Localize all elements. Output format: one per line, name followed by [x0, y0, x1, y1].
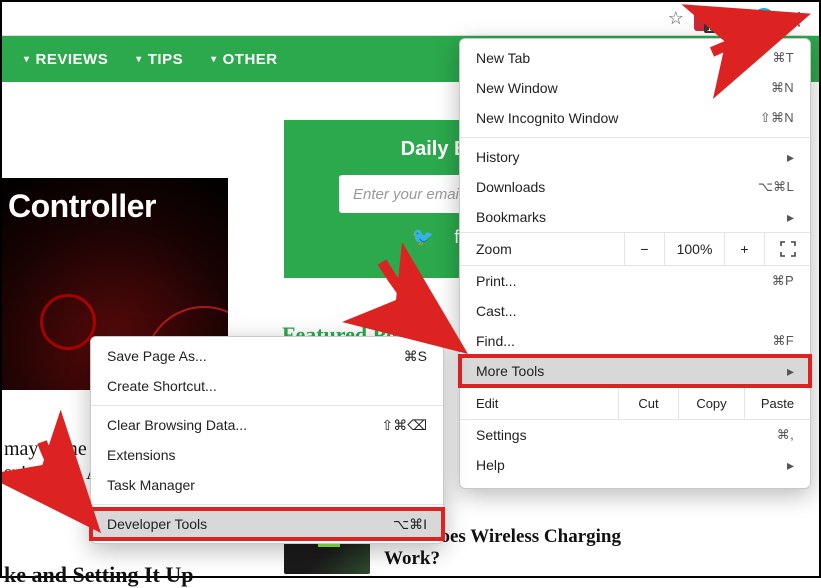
menu-separator — [91, 405, 443, 406]
nav-label: REVIEWS — [36, 51, 109, 68]
menu-label: Find... — [476, 333, 515, 349]
menu-label: Downloads — [476, 179, 545, 195]
more-tools-submenu: Save Page As... ⌘S Create Shortcut... Cl… — [90, 336, 444, 544]
menu-label: Developer Tools — [107, 516, 207, 532]
nav-label: OTHER — [223, 51, 278, 68]
menu-shortcut: ⌘, — [777, 427, 794, 443]
chevron-down-icon: ▾ — [136, 54, 142, 65]
article-text-fragment: may come — [4, 438, 87, 461]
submenu-arrow-icon: ▸ — [787, 363, 794, 380]
menu-shortcut: ⇧⌘⌫ — [381, 417, 427, 434]
bookmark-star-icon[interactable]: ☆ — [668, 8, 684, 29]
menu-more-tools[interactable]: More Tools ▸ — [460, 356, 810, 386]
menu-print[interactable]: Print... ⌘P — [460, 266, 810, 296]
decorative-ring — [40, 294, 96, 350]
menu-shortcut: ⌘P — [772, 273, 794, 289]
edit-copy-button[interactable]: Copy — [678, 387, 744, 419]
submenu-arrow-icon: ▸ — [787, 209, 794, 226]
menu-cast[interactable]: Cast... — [460, 296, 810, 326]
fullscreen-icon — [780, 241, 796, 257]
article-text-fragment: sn't work. A — [4, 462, 100, 485]
submenu-clear-browsing[interactable]: Clear Browsing Data... ⇧⌘⌫ — [91, 410, 443, 440]
menu-find[interactable]: Find... ⌘F — [460, 326, 810, 356]
menu-label: Bookmarks — [476, 209, 546, 225]
menu-history[interactable]: History ▸ — [460, 142, 810, 172]
menu-label: Save Page As... — [107, 348, 207, 364]
menu-settings[interactable]: Settings ⌘, — [460, 420, 810, 450]
submenu-task-manager[interactable]: Task Manager — [91, 470, 443, 500]
nav-item-reviews[interactable]: ▾ REVIEWS — [24, 51, 108, 68]
submenu-developer-tools[interactable]: Developer Tools ⌥⌘I — [91, 509, 443, 539]
menu-shortcut: ⌘T — [772, 50, 794, 66]
chevron-down-icon: ▾ — [24, 54, 30, 65]
article-text-fragment: ke and Setting It Up — [4, 562, 193, 588]
edit-paste-button[interactable]: Paste — [744, 387, 810, 419]
menu-shortcut: ⌘F — [772, 333, 794, 349]
submenu-arrow-icon: ▸ — [787, 149, 794, 166]
nav-item-tips[interactable]: ▾ TIPS — [136, 51, 183, 68]
edit-cut-button[interactable]: Cut — [618, 387, 678, 419]
browser-toolbar: ☆ ✦ ⋮ — [2, 2, 819, 36]
menu-new-window[interactable]: New Window ⌘N — [460, 73, 810, 103]
chrome-menu-button[interactable]: ⋮ — [785, 5, 813, 33]
hero-title: Controller — [2, 178, 228, 225]
menu-help[interactable]: Help ▸ — [460, 450, 810, 480]
profile-avatar[interactable] — [753, 8, 775, 30]
zoom-out-button[interactable]: − — [624, 233, 664, 265]
fullscreen-button[interactable] — [764, 233, 810, 265]
menu-label: New Window — [476, 80, 558, 96]
zoom-value: 100% — [664, 233, 724, 265]
menu-label: Clear Browsing Data... — [107, 417, 247, 433]
zoom-in-button[interactable]: + — [724, 233, 764, 265]
menu-label: Settings — [476, 427, 527, 443]
menu-label: New Tab — [476, 50, 530, 66]
menu-label: Extensions — [107, 447, 175, 463]
menu-label: Task Manager — [107, 477, 195, 493]
vertical-dots-icon: ⋮ — [790, 17, 808, 21]
menu-downloads[interactable]: Downloads ⌥⌘L — [460, 172, 810, 202]
menu-label: New Incognito Window — [476, 110, 618, 126]
menu-label: History — [476, 149, 520, 165]
menu-label: Create Shortcut... — [107, 378, 217, 394]
twitter-icon[interactable]: 🐦 — [412, 227, 434, 248]
menu-separator — [91, 504, 443, 505]
submenu-arrow-icon: ▸ — [787, 457, 794, 474]
menu-label: Help — [476, 457, 505, 473]
menu-edit-row: Edit Cut Copy Paste — [460, 386, 810, 420]
menu-zoom-row: Zoom − 100% + — [460, 232, 810, 266]
menu-new-incognito[interactable]: New Incognito Window ⇧⌘N — [460, 103, 810, 133]
menu-new-tab[interactable]: New Tab ⌘T — [460, 43, 810, 73]
submenu-extensions[interactable]: Extensions — [91, 440, 443, 470]
menu-shortcut: ⌥⌘I — [393, 516, 427, 533]
nav-label: TIPS — [148, 51, 183, 68]
nav-item-other[interactable]: ▾ OTHER — [211, 51, 278, 68]
zoom-label: Zoom — [476, 233, 624, 265]
extension-badge-icon[interactable] — [694, 7, 718, 31]
menu-label: More Tools — [476, 363, 544, 379]
chrome-main-menu: New Tab ⌘T New Window ⌘N New Incognito W… — [459, 38, 811, 489]
submenu-create-shortcut[interactable]: Create Shortcut... — [91, 371, 443, 401]
menu-label: Print... — [476, 273, 516, 289]
email-placeholder: Enter your email — [353, 186, 462, 203]
chevron-down-icon: ▾ — [211, 54, 217, 65]
menu-shortcut: ⌥⌘L — [758, 179, 794, 195]
menu-separator — [460, 137, 810, 138]
menu-label: Cast... — [476, 303, 516, 319]
menu-shortcut: ⌘S — [404, 348, 427, 365]
extensions-puzzle-icon[interactable]: ✦ — [728, 8, 743, 29]
article-title-line2: Work? — [384, 548, 621, 570]
menu-bookmarks[interactable]: Bookmarks ▸ — [460, 202, 810, 232]
submenu-save-page[interactable]: Save Page As... ⌘S — [91, 341, 443, 371]
menu-shortcut: ⇧⌘N — [760, 110, 794, 126]
edit-label: Edit — [476, 387, 618, 419]
menu-shortcut: ⌘N — [771, 80, 794, 96]
